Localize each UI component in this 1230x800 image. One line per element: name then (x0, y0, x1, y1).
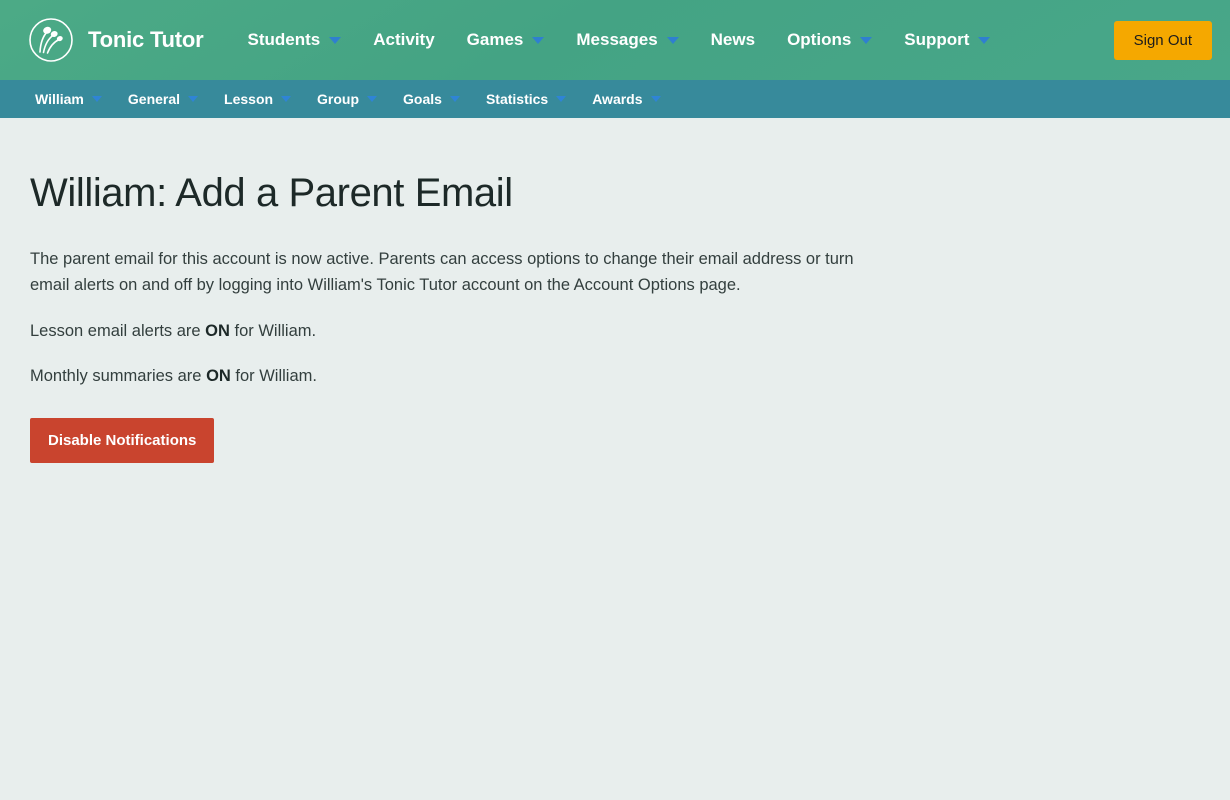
chevron-down-icon (367, 96, 378, 102)
chevron-down-icon (329, 36, 342, 44)
monthly-summaries-state: ON (206, 366, 231, 385)
subnav-item-lesson[interactable]: Lesson (211, 85, 304, 113)
main-header: Tonic Tutor Students Activity Games Mess… (0, 0, 1230, 80)
main-content: William: Add a Parent Email The parent e… (0, 118, 1230, 463)
subnav-item-goals[interactable]: Goals (390, 85, 473, 113)
chevron-down-icon (860, 36, 873, 44)
subnav-item-group[interactable]: Group (304, 85, 390, 113)
subnav-item-william[interactable]: William (22, 85, 115, 113)
nav-item-students[interactable]: Students (232, 22, 358, 58)
chevron-down-icon (532, 36, 545, 44)
intro-paragraph: The parent email for this account is now… (30, 250, 854, 295)
nav-item-messages[interactable]: Messages (560, 22, 694, 58)
lesson-alerts-prefix: Lesson email alerts are (30, 322, 206, 341)
chevron-down-icon (978, 36, 991, 44)
lesson-alerts-status: Lesson email alerts are ON for William. (30, 319, 1200, 344)
tonic-tutor-circle-notes-logo-icon (28, 17, 74, 63)
subnav-label: Awards (592, 91, 643, 107)
nav-label: News (710, 30, 756, 49)
brand-home-link[interactable]: Tonic Tutor (28, 17, 204, 63)
subnav-label: Goals (403, 91, 442, 107)
nav-label: Activity (373, 30, 435, 49)
chevron-down-icon (650, 96, 661, 102)
disable-notifications-button[interactable]: Disable Notifications (30, 417, 215, 463)
chevron-down-icon (449, 96, 460, 102)
subnav-label: William (35, 91, 84, 107)
subnav-label: Group (317, 91, 360, 107)
monthly-summaries-suffix: for William. (230, 366, 317, 385)
nav-label: Messages (576, 30, 658, 49)
nav-item-games[interactable]: Games (451, 22, 561, 58)
chevron-down-icon (666, 36, 679, 44)
monthly-summaries-status: Monthly summaries are ON for William. (30, 364, 1200, 389)
nav-label: Options (787, 30, 852, 49)
subnav-item-awards[interactable]: Awards (579, 85, 673, 113)
brand-name: Tonic Tutor (88, 27, 204, 52)
nav-label: Students (247, 30, 321, 49)
chevron-down-icon (188, 96, 199, 102)
lesson-alerts-state: ON (205, 322, 230, 341)
nav-label: Games (466, 30, 524, 49)
chevron-down-icon (281, 96, 292, 102)
sign-out-button[interactable]: Sign Out (1113, 20, 1212, 60)
chevron-down-icon (91, 96, 102, 102)
subnav-item-general[interactable]: General (115, 85, 211, 113)
chevron-down-icon (556, 96, 567, 102)
page-title: William: Add a Parent Email (30, 171, 513, 215)
nav-item-support[interactable]: Support (888, 22, 1006, 58)
subnav-label: General (127, 91, 181, 107)
monthly-summaries-prefix: Monthly summaries are (30, 366, 207, 385)
primary-navigation: Students Activity Games Messages News Op… (232, 22, 1114, 58)
subnav-item-statistics[interactable]: Statistics (473, 85, 579, 113)
nav-item-activity[interactable]: Activity (357, 22, 450, 58)
lesson-alerts-suffix: for William. (229, 322, 317, 341)
subnav-label: Lesson (224, 91, 274, 107)
nav-item-options[interactable]: Options (771, 22, 888, 58)
nav-item-news[interactable]: News (695, 22, 771, 58)
secondary-navigation: William General Lesson Group Goals Stati… (0, 80, 1230, 118)
subnav-label: Statistics (485, 91, 549, 107)
nav-label: Support (904, 30, 970, 49)
